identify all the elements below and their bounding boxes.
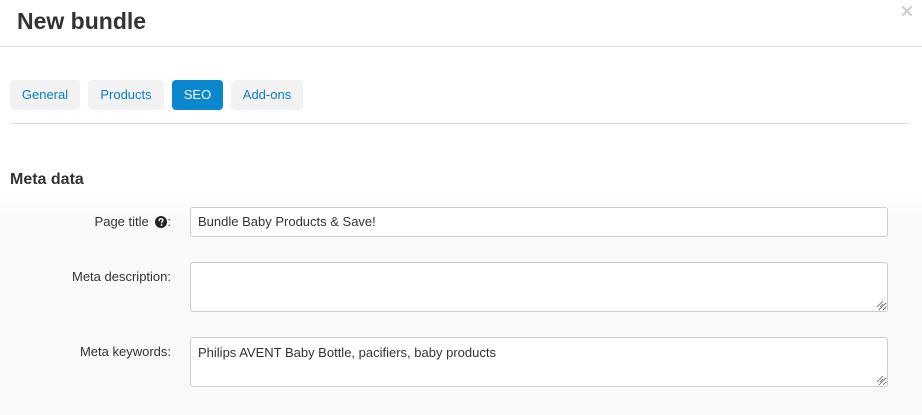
- meta-description-textarea[interactable]: [190, 262, 888, 312]
- dialog-title: New bundle: [17, 8, 147, 34]
- tabs-divider: [10, 123, 910, 124]
- meta-keywords-textarea[interactable]: Philips AVENT Baby Bottle, pacifiers, ba…: [190, 337, 888, 387]
- tab-general[interactable]: General: [10, 80, 80, 110]
- page-title-label-suffix: :: [167, 214, 171, 229]
- dialog-header: New bundle: [0, 0, 922, 47]
- page-title-label-text: Page title: [94, 214, 149, 229]
- question-circle-icon[interactable]: [155, 216, 168, 228]
- tab-add-ons[interactable]: Add-ons: [231, 80, 303, 110]
- tab-seo[interactable]: SEO: [172, 80, 223, 110]
- close-icon[interactable]: [901, 3, 913, 17]
- meta-description-label: Meta description:: [72, 269, 171, 284]
- page-title-input[interactable]: Bundle Baby Products & Save!: [190, 207, 888, 237]
- section-title: Meta data: [10, 171, 84, 188]
- page-title-label: Page title :: [95, 214, 171, 230]
- meta-keywords-label: Meta keywords:: [79, 344, 171, 359]
- tab-products[interactable]: Products: [88, 80, 164, 110]
